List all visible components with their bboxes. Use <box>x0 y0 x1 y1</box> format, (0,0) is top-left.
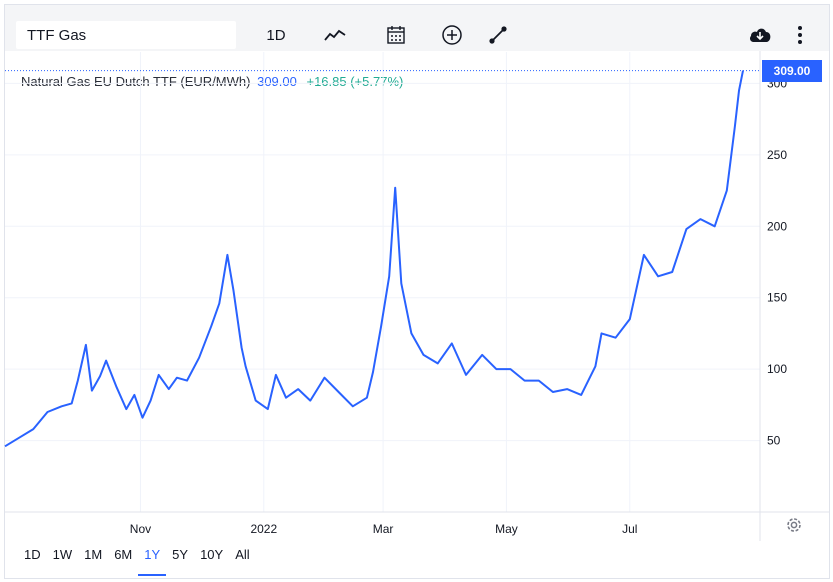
price-chart[interactable]: 50100150200250300Nov 2022 Mar May Jul <box>0 0 833 582</box>
y-tick-label: 100 <box>767 362 787 376</box>
y-tick-label: 150 <box>767 291 787 305</box>
range-all[interactable]: All <box>229 546 255 566</box>
price-series-line <box>4 70 744 448</box>
range-6m[interactable]: 6M <box>108 546 138 566</box>
y-tick-label: 200 <box>767 219 787 233</box>
x-tick-label: Nov <box>130 522 151 536</box>
last-price-badge: 309.00 <box>762 59 822 82</box>
x-tick-label: Mar <box>373 522 394 536</box>
range-1w[interactable]: 1W <box>47 546 79 566</box>
x-tick-label: May <box>495 522 518 536</box>
range-5y[interactable]: 5Y <box>166 546 194 566</box>
range-10y[interactable]: 10Y <box>194 546 229 566</box>
y-tick-label: 50 <box>767 434 781 448</box>
range-1m[interactable]: 1M <box>78 546 108 566</box>
x-tick-label: Jul <box>622 522 637 536</box>
range-1d[interactable]: 1D <box>18 546 47 566</box>
y-tick-label: 250 <box>767 148 787 162</box>
chart-settings-button[interactable] <box>784 515 804 535</box>
range-selector: 1D 1W 1M 6M 1Y 5Y 10Y All <box>18 546 256 576</box>
range-1y[interactable]: 1Y <box>138 546 167 576</box>
gear-icon <box>787 518 801 532</box>
x-tick-label: 2022 <box>250 522 277 536</box>
